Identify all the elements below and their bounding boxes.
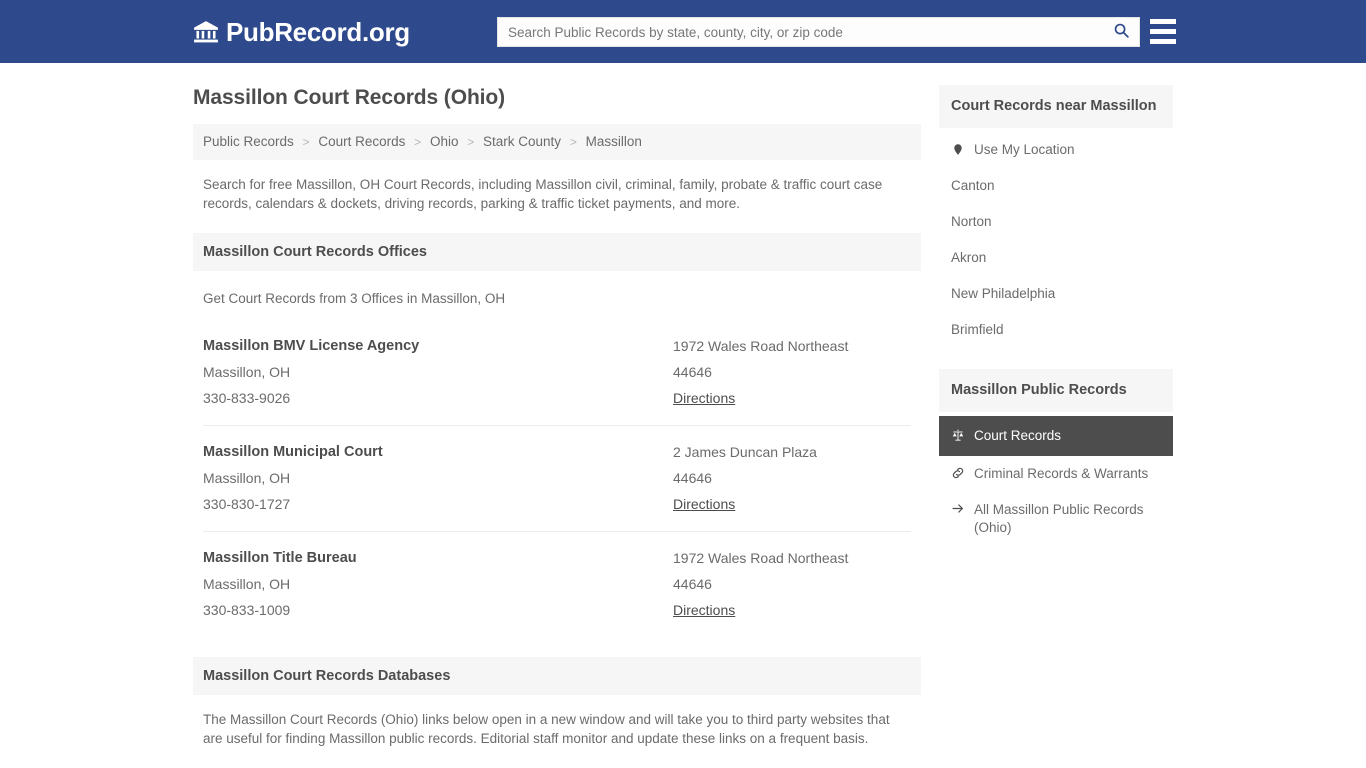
sidebar-item-label: Akron (951, 250, 987, 265)
site-logo-link[interactable]: PubRecord.org (193, 17, 410, 47)
breadcrumb: Public Records > Court Records > Ohio > … (193, 124, 921, 160)
breadcrumb-item-ohio[interactable]: Ohio (430, 134, 459, 149)
office-details: Massillon Title Bureau Massillon, OH 330… (203, 545, 673, 623)
search-icon (1113, 22, 1130, 42)
office-street: 1972 Wales Road Northeast (673, 338, 849, 354)
breadcrumb-separator: > (414, 135, 422, 149)
databases-intro-text: The Massillon Court Records (Ohio) links… (203, 712, 890, 746)
site-header: PubRecord.org (0, 0, 1366, 63)
office-address: 1972 Wales Road Northeast 44646 Directio… (673, 545, 911, 623)
office-phone: 330-833-1009 (203, 602, 291, 618)
office-zip: 44646 (673, 470, 712, 486)
office-zip: 44646 (673, 364, 712, 380)
page-body: Massillon Court Records (Ohio) Public Re… (0, 63, 1366, 768)
offices-section-subheading: Get Court Records from 3 Offices in Mass… (203, 291, 506, 306)
sidebar-item-use-my-location[interactable]: Use My Location (939, 132, 1173, 168)
hamburger-bar (1150, 29, 1176, 34)
breadcrumb-separator: > (302, 135, 310, 149)
arrow-right-icon (951, 501, 965, 515)
office-row: Massillon BMV License Agency Massillon, … (203, 320, 911, 426)
content-container: Massillon Court Records (Ohio) Public Re… (193, 63, 1173, 768)
breadcrumb-separator: > (569, 135, 577, 149)
hamburger-bar (1150, 19, 1176, 24)
breadcrumb-item-stark-county[interactable]: Stark County (483, 134, 561, 149)
office-city-state: Massillon, OH (203, 470, 291, 486)
directions-link[interactable]: Directions (673, 385, 735, 411)
sidebar-item-new-philadelphia[interactable]: New Philadelphia (939, 276, 1173, 312)
office-row: Massillon Title Bureau Massillon, OH 330… (203, 532, 911, 637)
sidebar-nearby-list: Use My Location Canton Norton Akron New … (939, 132, 1173, 348)
sidebar-nearby-heading: Court Records near Massillon (939, 85, 1173, 128)
sidebar-item-criminal-records-warrants[interactable]: Criminal Records & Warrants (939, 456, 1173, 492)
sidebar-public-records-heading: Massillon Public Records (939, 369, 1173, 412)
search-bar (497, 17, 1140, 47)
sidebar-item-canton[interactable]: Canton (939, 168, 1173, 204)
office-city-state: Massillon, OH (203, 576, 291, 592)
sidebar-public-records-list: Court Records Criminal Records & Warrant… (939, 416, 1173, 546)
balance-scale-icon (951, 427, 965, 443)
directions-link[interactable]: Directions (673, 597, 735, 623)
sidebar-item-label: Use My Location (974, 142, 1075, 157)
sidebar-public-records-block: Massillon Public Records Court Records C… (939, 369, 1173, 546)
office-name: Massillon Municipal Court (203, 444, 383, 460)
office-zip: 44646 (673, 576, 712, 592)
office-street: 2 James Duncan Plaza (673, 444, 817, 460)
office-name: Massillon Title Bureau (203, 550, 357, 566)
directions-link[interactable]: Directions (673, 491, 735, 517)
breadcrumb-item-massillon: Massillon (585, 134, 642, 149)
main-column: Massillon Court Records (Ohio) Public Re… (193, 85, 921, 768)
sidebar-item-brimfield[interactable]: Brimfield (939, 312, 1173, 348)
office-street: 1972 Wales Road Northeast (673, 550, 849, 566)
sidebar-item-label: New Philadelphia (951, 286, 1056, 301)
office-details: Massillon BMV License Agency Massillon, … (203, 333, 673, 411)
sidebar-item-label: Criminal Records & Warrants (974, 466, 1149, 481)
sidebar-item-all-massillon-public-records[interactable]: All Massillon Public Records (Ohio) (939, 492, 1173, 546)
page-intro-text: Search for free Massillon, OH Court Reco… (203, 177, 883, 211)
search-input[interactable] (498, 18, 1103, 46)
hamburger-bar (1150, 39, 1176, 44)
map-pin-icon (951, 141, 965, 157)
site-logo-text: PubRecord.org (226, 17, 410, 47)
page-title: Massillon Court Records (Ohio) (193, 86, 506, 109)
sidebar-item-label: Court Records (974, 428, 1062, 443)
breadcrumb-item-public-records[interactable]: Public Records (203, 134, 294, 149)
bank-building-icon (193, 19, 219, 45)
office-row: Massillon Municipal Court Massillon, OH … (203, 426, 911, 532)
sidebar-item-label: Brimfield (951, 322, 1004, 337)
search-button[interactable] (1103, 18, 1139, 46)
sidebar-item-label: All Massillon Public Records (Ohio) (974, 502, 1144, 535)
office-name: Massillon BMV License Agency (203, 338, 420, 354)
sidebar-item-label: Norton (951, 214, 992, 229)
sidebar-item-court-records[interactable]: Court Records (939, 416, 1173, 456)
office-address: 1972 Wales Road Northeast 44646 Directio… (673, 333, 911, 411)
sidebar-item-label: Canton (951, 178, 995, 193)
office-phone: 330-833-9026 (203, 390, 291, 406)
databases-section-heading: Massillon Court Records Databases (193, 657, 921, 695)
sidebar-item-norton[interactable]: Norton (939, 204, 1173, 240)
breadcrumb-item-court-records[interactable]: Court Records (318, 134, 405, 149)
office-city-state: Massillon, OH (203, 364, 291, 380)
chain-link-icon (951, 465, 965, 480)
breadcrumb-separator: > (467, 135, 475, 149)
office-phone: 330-830-1727 (203, 496, 291, 512)
office-address: 2 James Duncan Plaza 44646 Directions (673, 439, 911, 517)
offices-list: Massillon BMV License Agency Massillon, … (193, 320, 921, 637)
office-details: Massillon Municipal Court Massillon, OH … (203, 439, 673, 517)
sidebar: Court Records near Massillon Use My Loca… (939, 85, 1173, 768)
hamburger-menu-icon[interactable] (1150, 19, 1176, 44)
sidebar-item-akron[interactable]: Akron (939, 240, 1173, 276)
offices-section-heading: Massillon Court Records Offices (193, 233, 921, 271)
